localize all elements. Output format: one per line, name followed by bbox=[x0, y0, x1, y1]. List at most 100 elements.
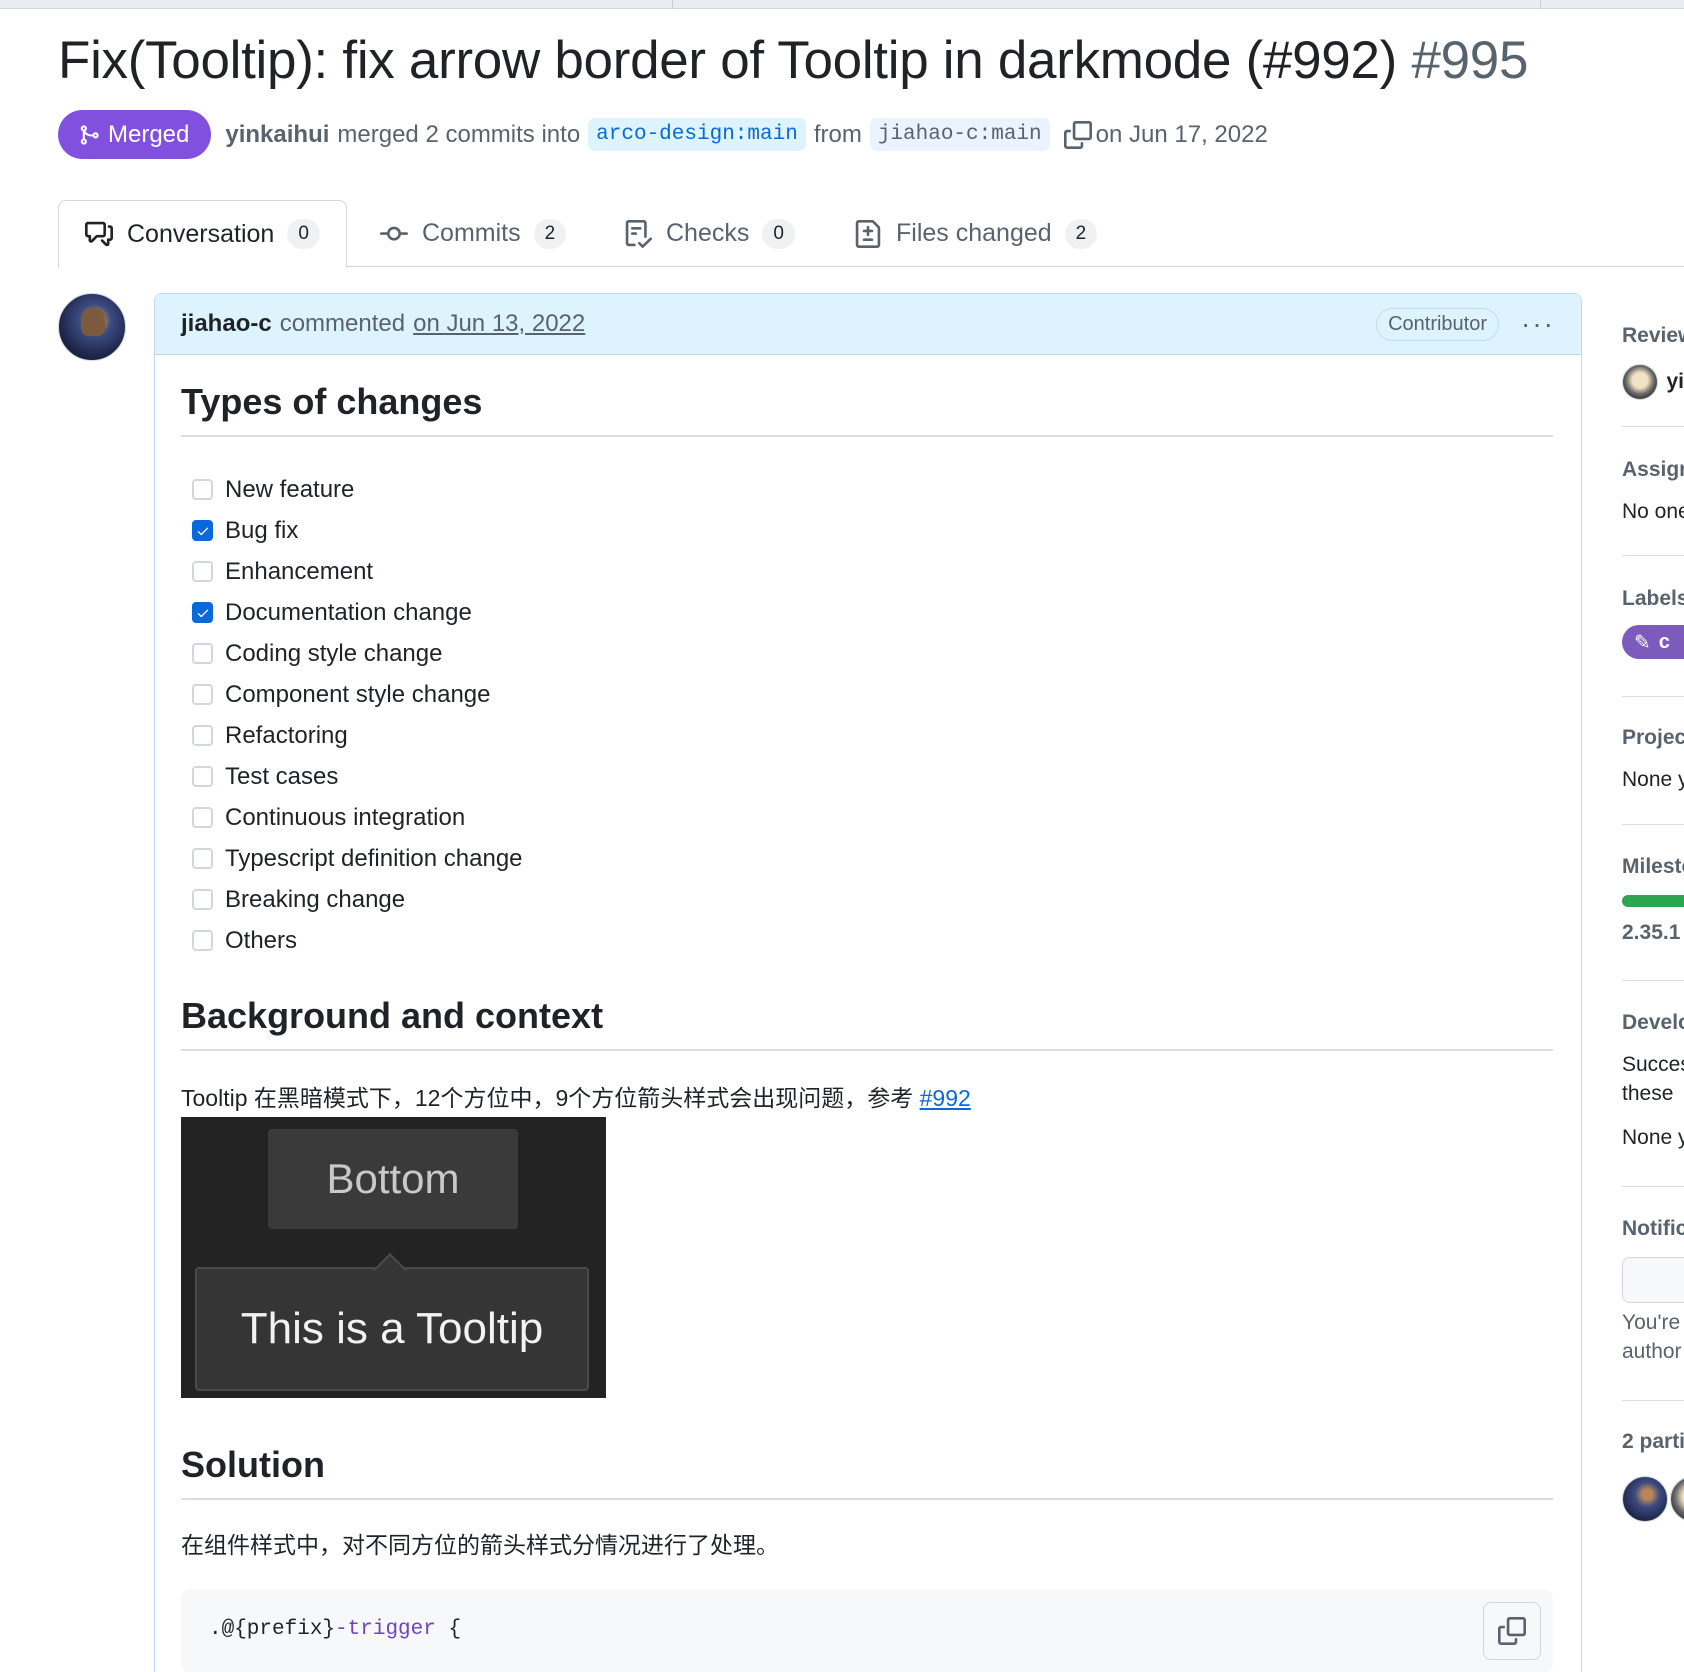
checkbox-unchecked[interactable] bbox=[192, 807, 213, 828]
reviewers-section: Reviewers bbox=[1622, 324, 1684, 348]
background-paragraph: Tooltip 在黑暗模式下，12个方位中，9个方位箭头样式会出现问题，参考 #… bbox=[181, 1079, 1553, 1113]
merged-text: merged 2 commits into bbox=[337, 120, 581, 148]
tooltip-screenshot[interactable]: Bottom This is a Tooltip bbox=[181, 1117, 606, 1398]
checkbox-checked[interactable] bbox=[192, 520, 213, 541]
task-list-item: Coding style change bbox=[181, 633, 1553, 674]
checkbox-unchecked[interactable] bbox=[192, 889, 213, 910]
code-selector: -trigger bbox=[335, 1618, 436, 1641]
check-icon bbox=[197, 609, 208, 617]
reviewer-avatar[interactable] bbox=[1622, 364, 1658, 400]
tab-conversation-label: Conversation bbox=[127, 219, 275, 248]
assignees-heading[interactable]: Assignees bbox=[1622, 458, 1684, 482]
pr-description-comment: jiahao-c commented on Jun 13, 2022 Contr… bbox=[154, 293, 1582, 1672]
base-branch[interactable]: arco-design:main bbox=[588, 118, 806, 151]
tab-checks[interactable]: Checks 0 bbox=[624, 200, 795, 267]
checkbox-unchecked[interactable] bbox=[192, 930, 213, 951]
notifications-line1: You're receiving bbox=[1622, 1311, 1684, 1334]
tab-files-label: Files changed bbox=[896, 219, 1052, 247]
commit-icon bbox=[380, 226, 408, 241]
pr-title-text: Fix(Tooltip): fix arrow border of Toolti… bbox=[58, 31, 1397, 90]
task-list-item: Enhancement bbox=[181, 551, 1553, 592]
merger-link[interactable]: yinkaihui bbox=[225, 121, 329, 149]
pr-tabs: Conversation 0 Commits 2 Checks 0 Files … bbox=[58, 200, 1684, 268]
copy-branch-icon[interactable] bbox=[1063, 120, 1092, 149]
tab-commits[interactable]: Commits 2 bbox=[380, 200, 567, 267]
label-pill[interactable]: ✎ c bbox=[1622, 625, 1684, 659]
task-label: Others bbox=[225, 926, 298, 954]
tab-commits-label: Commits bbox=[422, 219, 521, 247]
labels-heading[interactable]: Labels bbox=[1622, 587, 1684, 611]
reviewer-name[interactable]: yinkaihui bbox=[1666, 370, 1684, 393]
sidebar-divider bbox=[1622, 555, 1684, 556]
projects-text: None yet bbox=[1622, 768, 1684, 791]
types-heading: Types of changes bbox=[181, 381, 1553, 437]
demo-tooltip: This is a Tooltip bbox=[195, 1267, 589, 1391]
development-heading[interactable]: Development bbox=[1622, 1011, 1684, 1035]
checkbox-unchecked[interactable] bbox=[192, 561, 213, 582]
development-line2: these bbox=[1622, 1082, 1674, 1105]
participants-heading: 2 participants bbox=[1622, 1430, 1684, 1453]
checkbox-unchecked[interactable] bbox=[192, 684, 213, 705]
merge-date: on Jun 17, 2022 bbox=[1095, 120, 1268, 148]
file-diff-icon bbox=[855, 219, 881, 248]
tab-checks-label: Checks bbox=[666, 219, 750, 247]
comment-body: Types of changes New feature Bug fix Enhan… bbox=[181, 355, 1553, 1672]
strip-divider bbox=[672, 0, 673, 9]
task-label: Component style change bbox=[225, 680, 491, 708]
kebab-horizontal-icon[interactable]: ··· bbox=[1521, 310, 1555, 338]
task-list-item: Typescript definition change bbox=[181, 838, 1553, 879]
tab-conversation-count: 0 bbox=[287, 219, 320, 249]
comment-discussion-icon bbox=[85, 221, 113, 247]
merged-badge-label: Merged bbox=[108, 120, 190, 148]
code-line: .@{prefix}-trigger { bbox=[209, 1618, 461, 1641]
checkbox-unchecked[interactable] bbox=[192, 643, 213, 664]
task-label: Refactoring bbox=[225, 721, 348, 749]
tab-conversation[interactable]: Conversation 0 bbox=[58, 200, 347, 268]
tab-commits-count: 2 bbox=[533, 218, 567, 249]
notification-subscribe-button[interactable] bbox=[1622, 1257, 1684, 1303]
sidebar-divider bbox=[1622, 1186, 1684, 1187]
pr-sidebar: Reviewers yinkaihui Assignees No one ass… bbox=[1622, 300, 1684, 1672]
merged-badge: Merged bbox=[58, 110, 212, 159]
labels-section: Labels ✎ c bbox=[1622, 587, 1684, 659]
head-branch[interactable]: jiahao-c:main bbox=[869, 118, 1050, 151]
checkbox-checked[interactable] bbox=[192, 602, 213, 623]
participant-avatar[interactable] bbox=[1670, 1476, 1684, 1522]
checkbox-unchecked[interactable] bbox=[192, 766, 213, 787]
pr-number: #995 bbox=[1411, 31, 1529, 90]
checkbox-unchecked[interactable] bbox=[192, 848, 213, 869]
reviewer-row: yinkaihui bbox=[1622, 364, 1684, 400]
solution-text: 在组件样式中，对不同方位的箭头样式分情况进行了处理。 bbox=[181, 1532, 779, 1558]
strip-divider bbox=[1540, 0, 1541, 9]
copy-code-button[interactable] bbox=[1483, 1602, 1541, 1660]
reviewers-heading[interactable]: Reviewers bbox=[1622, 324, 1684, 348]
comment-author[interactable]: jiahao-c bbox=[181, 310, 272, 338]
task-list-item: Documentation change bbox=[181, 592, 1553, 633]
development-line1: Successfully merging bbox=[1622, 1053, 1684, 1076]
milestone-name[interactable]: 2.35.1 bbox=[1622, 921, 1684, 945]
solution-heading: Solution bbox=[181, 1444, 1553, 1500]
projects-heading[interactable]: Projects bbox=[1622, 726, 1684, 750]
notifications-line2: author bbox=[1622, 1340, 1682, 1363]
tab-files-changed[interactable]: Files changed 2 bbox=[854, 200, 1098, 267]
assignees-text: No one assigned bbox=[1622, 500, 1684, 523]
milestone-heading[interactable]: Milestone bbox=[1622, 855, 1684, 879]
pr-title: Fix(Tooltip): fix arrow border of Toolti… bbox=[58, 30, 1528, 91]
participant-avatar[interactable] bbox=[1622, 1476, 1668, 1522]
comment-date[interactable]: on Jun 13, 2022 bbox=[413, 310, 585, 338]
checkbox-unchecked[interactable] bbox=[192, 725, 213, 746]
broom-icon: ✎ bbox=[1634, 631, 1651, 654]
comment-author-avatar[interactable] bbox=[58, 293, 126, 361]
demo-bottom-button: Bottom bbox=[268, 1129, 518, 1229]
development-section: Development Successfully merging these N… bbox=[1622, 1011, 1684, 1150]
contributor-badge: Contributor bbox=[1376, 307, 1500, 341]
issue-link[interactable]: #992 bbox=[920, 1085, 971, 1111]
checkbox-unchecked[interactable] bbox=[192, 479, 213, 500]
task-label: Continuous integration bbox=[225, 803, 466, 831]
tab-files-count: 2 bbox=[1064, 218, 1098, 249]
participants-section: 2 participants bbox=[1622, 1430, 1684, 1454]
copy-icon bbox=[1498, 1617, 1526, 1645]
merge-icon bbox=[80, 124, 99, 145]
task-label: Coding style change bbox=[225, 639, 443, 667]
task-label: Bug fix bbox=[225, 516, 299, 544]
